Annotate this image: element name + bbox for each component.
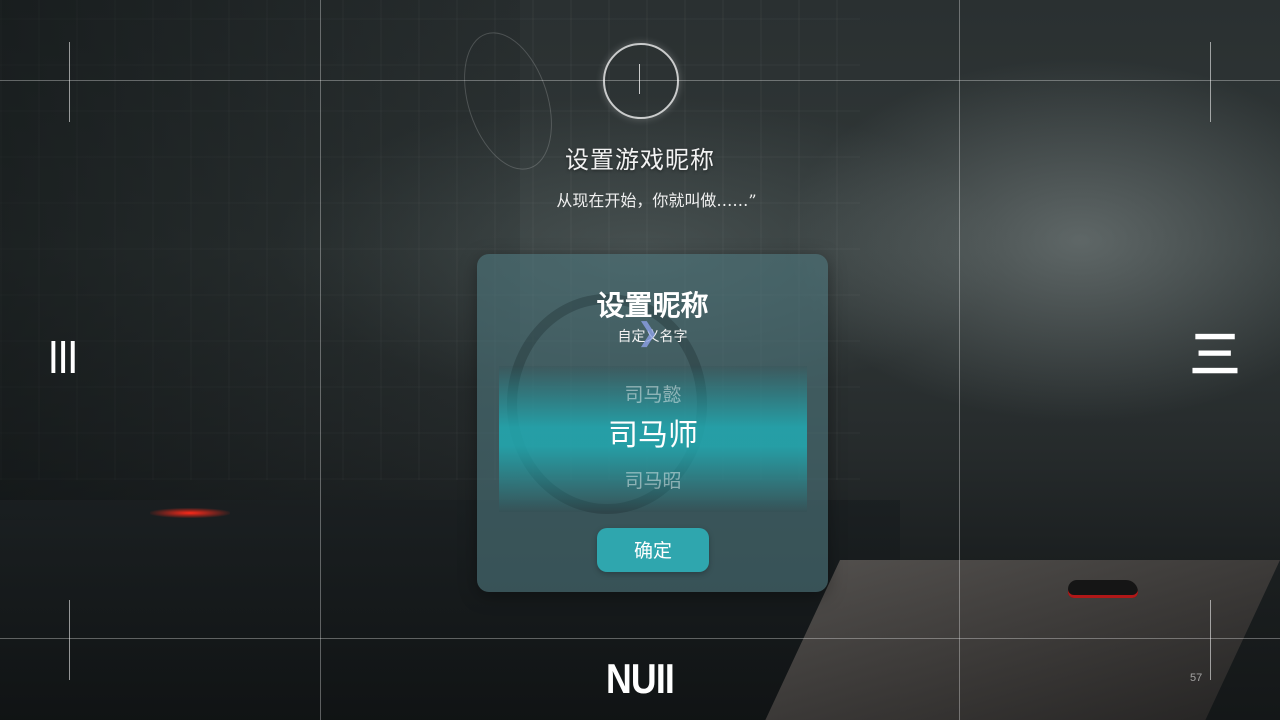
background-vehicle [1068,580,1138,598]
target-ring-tick [639,64,640,94]
picker-option-selected[interactable]: 司马师 [499,410,807,454]
target-ring-icon [603,43,679,119]
corner-tick [1210,600,1211,680]
corner-tick [69,42,70,122]
nickname-dialog: 设置昵称 自定义名字 ❯ 司马懿 司马师 司马昭 确定 [477,254,828,592]
section-numeral-right: 三 [1190,327,1240,383]
page-subtitle: 从现在开始，你就叫做……” [556,191,757,210]
confirm-button[interactable]: 确定 [597,528,709,572]
corner-tick [69,600,70,680]
chevron-right-icon: ❯ [637,318,659,348]
guide-line-bottom [0,638,1280,639]
picker-option[interactable]: 司马昭 [499,466,807,493]
picker-option[interactable]: 司马懿 [499,380,807,407]
section-numeral-left: III [47,331,79,383]
guide-line-right [959,0,960,720]
name-picker[interactable]: 司马懿 司马师 司马昭 [499,366,807,512]
guide-line-left [320,0,321,720]
background-red-light [150,508,230,518]
corner-tick [1210,42,1211,122]
logo: NUII [606,655,675,702]
background-shadow [0,0,520,520]
page-title: 设置游戏昵称 [565,146,715,174]
page-number: 57 [1190,672,1203,684]
